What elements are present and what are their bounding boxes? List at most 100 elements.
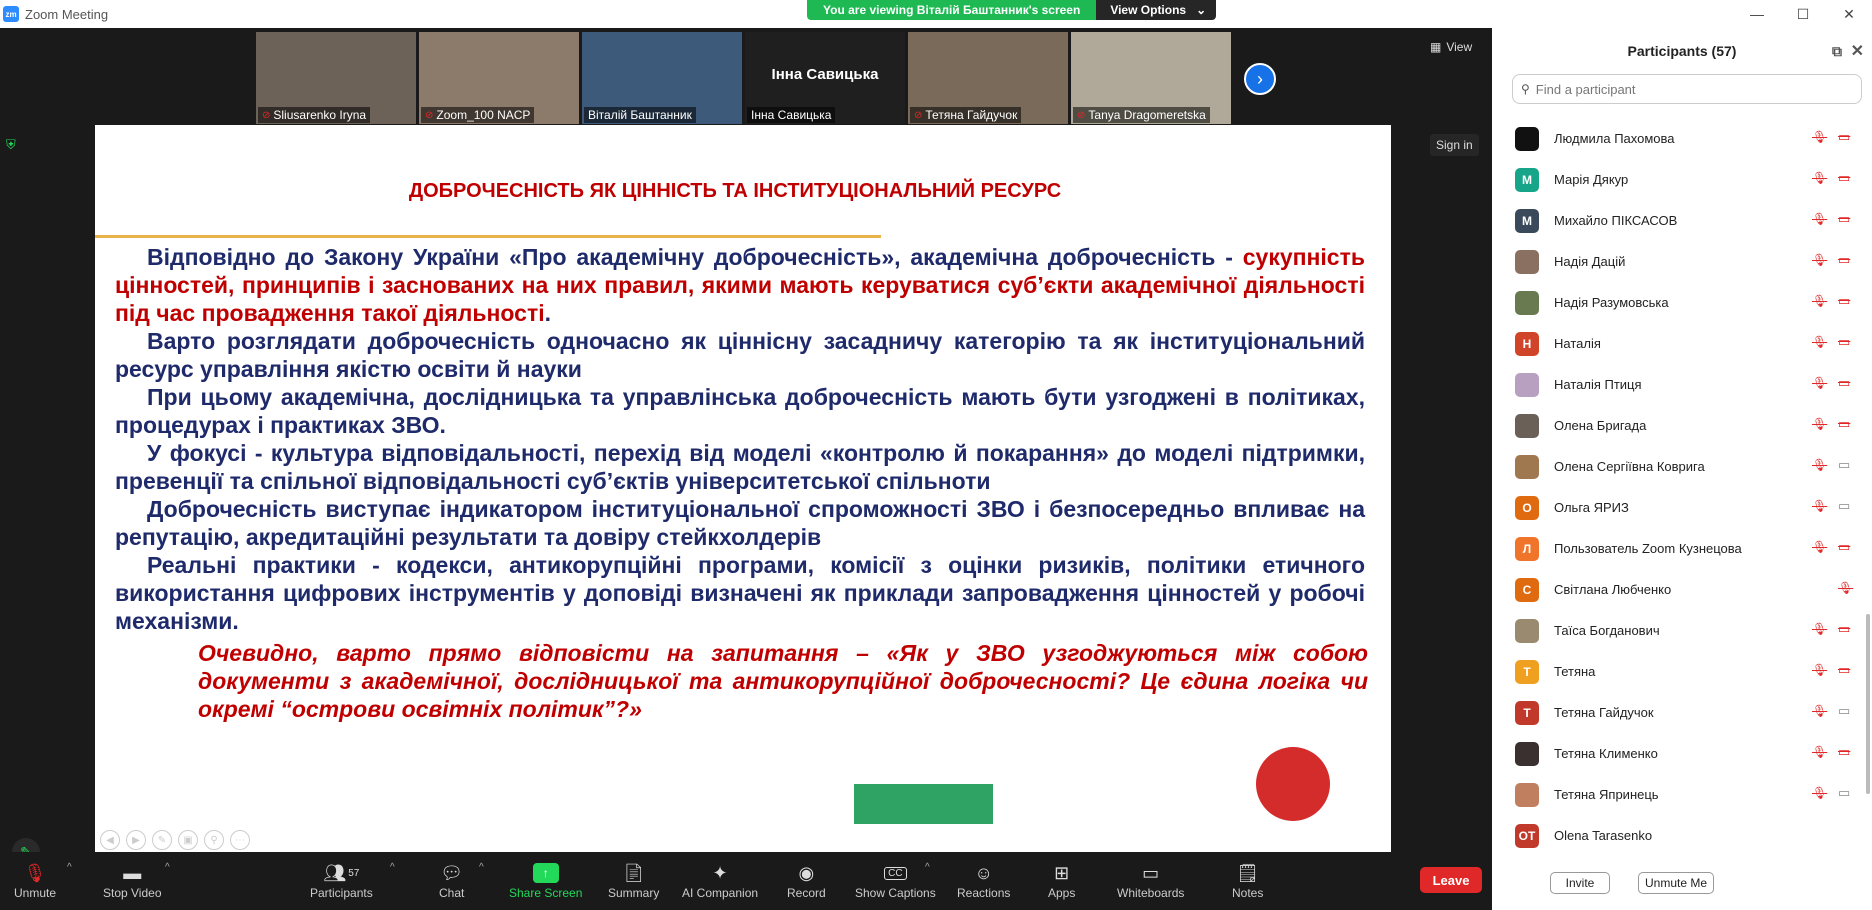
smiley-icon: ☺ <box>974 862 993 883</box>
video-off-icon: ▭ <box>1838 416 1851 431</box>
video-thumbnail[interactable]: ⊘ Тетяна Гайдучок <box>908 32 1068 124</box>
participant-name: Sliusarenko Iryna <box>273 108 367 122</box>
video-thumbnail[interactable]: Інна Савицька Інна Савицька <box>745 32 905 124</box>
participant-row[interactable]: OT Olena Tarasenko <box>1492 815 1872 856</box>
video-off-icon: ▭ <box>1838 662 1851 677</box>
zoom-slide-icon[interactable]: ⚲ <box>204 830 224 850</box>
video-camera-icon: ▭ <box>1838 785 1851 800</box>
participant-row[interactable]: Людмила Пахомова 🎙︎ ▭ <box>1492 118 1872 159</box>
participant-row[interactable]: Т Тетяна Гайдучок 🎙︎ ▭ <box>1492 692 1872 733</box>
pop-out-icon[interactable]: ⧉ <box>1832 43 1842 60</box>
show-captions-button[interactable]: CC Show Captions <box>855 860 936 900</box>
participant-row[interactable]: Тетяна Клименко 🎙︎ ▭ <box>1492 733 1872 774</box>
close-icon[interactable]: ✕ <box>1826 0 1872 28</box>
ai-companion-button[interactable]: ✦ AI Companion <box>682 860 758 901</box>
chat-button[interactable]: 💬︎ Chat <box>439 860 465 901</box>
security-shield-icon: ⛨ <box>6 137 16 152</box>
unmute-button[interactable]: 🎙︎ Unmute <box>14 860 56 901</box>
participant-row[interactable]: Наталія Птиця 🎙︎ ▭ <box>1492 364 1872 405</box>
muted-mic-icon: 🎙︎ <box>1812 294 1828 308</box>
participant-row[interactable]: Надія Разумовська 🎙︎ ▭ <box>1492 282 1872 323</box>
avatar: Л <box>1515 536 1539 561</box>
participant-name: Наталія Птиця <box>1554 377 1642 392</box>
view-button[interactable]: ▦ View <box>1430 40 1472 54</box>
video-thumbnail[interactable]: ⊘ Sliusarenko Iryna <box>256 32 416 124</box>
video-camera-icon: ▭ <box>1838 457 1851 472</box>
participant-row[interactable]: Тетяна Япринець 🎙︎ ▭ <box>1492 774 1872 815</box>
record-button[interactable]: ◉ Record <box>787 860 826 901</box>
participants-chevron-icon[interactable]: ^ <box>390 862 395 873</box>
green-rectangle-shape <box>854 784 993 824</box>
muted-mic-icon: 🎙︎ <box>1812 745 1828 759</box>
chat-chevron-icon[interactable]: ^ <box>479 862 484 873</box>
video-thumbnail[interactable]: Віталій Баштанник <box>582 32 742 124</box>
video-off-icon: ▭ <box>1838 539 1851 554</box>
minimize-icon[interactable]: — <box>1734 0 1780 28</box>
participant-row[interactable]: Олена Бригада 🎙︎ ▭ <box>1492 405 1872 446</box>
invite-button[interactable]: Invite <box>1550 872 1610 894</box>
search-input[interactable] <box>1535 81 1836 97</box>
slides-grid-icon[interactable]: ▣ <box>178 830 198 850</box>
video-off-icon: ▭ <box>1838 375 1851 390</box>
view-options-label: View Options <box>1110 3 1187 17</box>
video-options-chevron-icon[interactable]: ^ <box>165 862 170 873</box>
muted-mic-icon: 🎙︎ <box>1812 622 1828 636</box>
meeting-area: ⊘ Sliusarenko Iryna ⊘ Zoom_100 NACP Віталій … <box>0 28 1492 866</box>
video-off-icon: ▭ <box>1838 334 1851 349</box>
chat-label: Chat <box>439 886 465 900</box>
video-thumbnail[interactable]: ⊘ Zoom_100 NACP <box>419 32 579 124</box>
participant-row[interactable]: Л Пользователь Zoom Кузнецова 🎙︎ ▭ <box>1492 528 1872 569</box>
video-off-icon: ▭ <box>1838 170 1851 185</box>
participant-row[interactable]: Таїса Богданович 🎙︎ ▭ <box>1492 610 1872 651</box>
captions-chevron-icon[interactable]: ^ <box>925 862 930 873</box>
view-options-button[interactable]: View Options ⌄ <box>1096 0 1217 20</box>
participant-row[interactable]: М Марія Дякур 🎙︎ ▭ <box>1492 159 1872 200</box>
participant-row[interactable]: Т Тетяна 🎙︎ ▭ <box>1492 651 1872 692</box>
leave-button[interactable]: Leave <box>1420 867 1482 893</box>
stop-video-button[interactable]: ▬ Stop Video <box>103 860 162 901</box>
avatar: С <box>1515 577 1539 602</box>
unmute-me-button[interactable]: Unmute Me <box>1638 872 1714 894</box>
audio-options-chevron-icon[interactable]: ^ <box>67 862 72 873</box>
participant-name-tag: ⊘ Тетяна Гайдучок <box>910 107 1022 123</box>
participant-row[interactable]: М Михайло ПІКСАСОВ 🎙︎ ▭ <box>1492 200 1872 241</box>
muted-mic-icon: ⊘ <box>262 109 271 121</box>
reactions-button[interactable]: ☺ Reactions <box>957 860 1010 901</box>
maximize-icon[interactable]: ☐ <box>1780 0 1826 28</box>
video-off-icon: ▭ <box>1838 621 1851 636</box>
participant-row[interactable]: Надія Дацій 🎙︎ ▭ <box>1492 241 1872 282</box>
previous-slide-icon[interactable]: ◀ <box>100 830 120 850</box>
muted-mic-icon: 🎙︎ <box>1812 212 1828 226</box>
meeting-toolbar: 🎙︎ Unmute ^ ▬ Stop Video ^ 👥︎ 57 Particip… <box>0 852 1492 910</box>
participant-name: Людмила Пахомова <box>1554 131 1675 146</box>
video-camera-icon: ▬ <box>123 862 142 883</box>
participant-row[interactable]: Олена Сергіївна Коврига 🎙︎ ▭ <box>1492 446 1872 487</box>
apps-button[interactable]: ⊞ Apps <box>1048 860 1076 901</box>
participant-row[interactable]: Н Наталія 🎙︎ ▭ <box>1492 323 1872 364</box>
pen-icon[interactable]: ✎ <box>152 830 172 850</box>
participant-list-scrollbar[interactable] <box>1866 614 1870 794</box>
share-screen-button[interactable]: ↑ Share Screen <box>509 860 582 900</box>
notes-button[interactable]: 🗒︎ Notes <box>1232 860 1263 901</box>
muted-mic-icon: 🎙︎ <box>1812 499 1828 513</box>
apps-label: Apps <box>1048 886 1076 900</box>
avatar: М <box>1515 167 1539 192</box>
participant-name-tag: ⊘ Tanya Dragomeretska <box>1073 107 1210 123</box>
more-options-icon[interactable]: ⋯ <box>230 830 250 850</box>
muted-mic-icon: 🎙︎ <box>1812 704 1828 718</box>
sign-in-button[interactable]: Sign in <box>1430 134 1479 156</box>
participant-search[interactable]: ⚲ <box>1512 74 1862 104</box>
participant-row[interactable]: С Світлана Любченко 🎙︎ <box>1492 569 1872 610</box>
participant-name: Надія Разумовська <box>1554 295 1669 310</box>
close-panel-icon[interactable]: ✕ <box>1851 41 1864 61</box>
participant-row[interactable]: О Ольга ЯРИЗ 🎙︎ ▭ <box>1492 487 1872 528</box>
slide-nav-controls: ◀ ▶ ✎ ▣ ⚲ ⋯ <box>100 830 250 850</box>
summary-button[interactable]: 📄︎ Summary <box>608 860 659 901</box>
muted-mic-icon: 🎙︎ <box>1812 376 1828 390</box>
next-slide-icon[interactable]: ▶ <box>126 830 146 850</box>
participants-button[interactable]: 👥︎ 57 Participants <box>310 860 373 901</box>
whiteboards-button[interactable]: ▭ Whiteboards <box>1117 860 1184 901</box>
slide-paragraph: Варто розглядати доброчесність одночасно… <box>115 328 1365 382</box>
next-page-arrow-icon[interactable]: › <box>1244 63 1276 95</box>
video-thumbnail[interactable]: ⊘ Tanya Dragomeretska <box>1071 32 1231 124</box>
